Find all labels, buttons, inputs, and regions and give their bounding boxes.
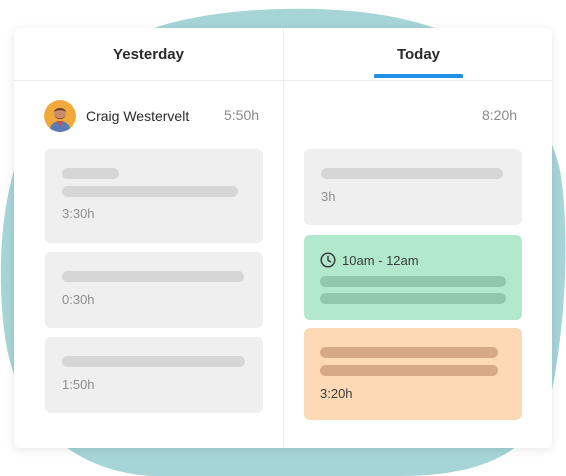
entry-time-range: 10am - 12am: [342, 253, 419, 268]
column-divider: [283, 28, 284, 448]
scheduled-entry[interactable]: 10am - 12am: [304, 235, 522, 320]
entry-duration: 3:20h: [320, 386, 353, 401]
yesterday-total: 5:50h: [224, 107, 260, 123]
tab-yesterday[interactable]: Yesterday: [14, 28, 283, 80]
entry-duration: 3:30h: [62, 206, 95, 221]
entry-duration: 1:50h: [62, 377, 95, 392]
placeholder-bar: [320, 293, 506, 304]
placeholder-bar: [320, 365, 498, 376]
entry-duration: 0:30h: [62, 292, 95, 307]
placeholder-bar: [320, 276, 506, 287]
placeholder-bar: [321, 168, 503, 179]
entry-duration: 3h: [321, 189, 336, 204]
placeholder-bar: [62, 186, 238, 197]
placeholder-bar: [62, 168, 119, 179]
user-name: Craig Westervelt: [86, 108, 190, 124]
placeholder-bar: [62, 356, 245, 367]
clock-icon: [320, 252, 336, 268]
time-entry[interactable]: 3:30h: [45, 149, 263, 243]
time-entry[interactable]: 3:20h: [304, 328, 522, 420]
time-tracking-card: Yesterday Today Craig Westervelt 5:50h 8…: [14, 28, 552, 448]
placeholder-bar: [320, 347, 498, 358]
time-entry[interactable]: 3h: [304, 149, 522, 225]
avatar: [44, 100, 76, 132]
placeholder-bar: [62, 271, 244, 282]
active-tab-indicator: [374, 74, 463, 78]
today-total: 8:20h: [482, 107, 518, 123]
time-entry[interactable]: 1:50h: [45, 337, 263, 413]
time-entry[interactable]: 0:30h: [45, 252, 263, 328]
tab-today[interactable]: Today: [284, 28, 552, 80]
